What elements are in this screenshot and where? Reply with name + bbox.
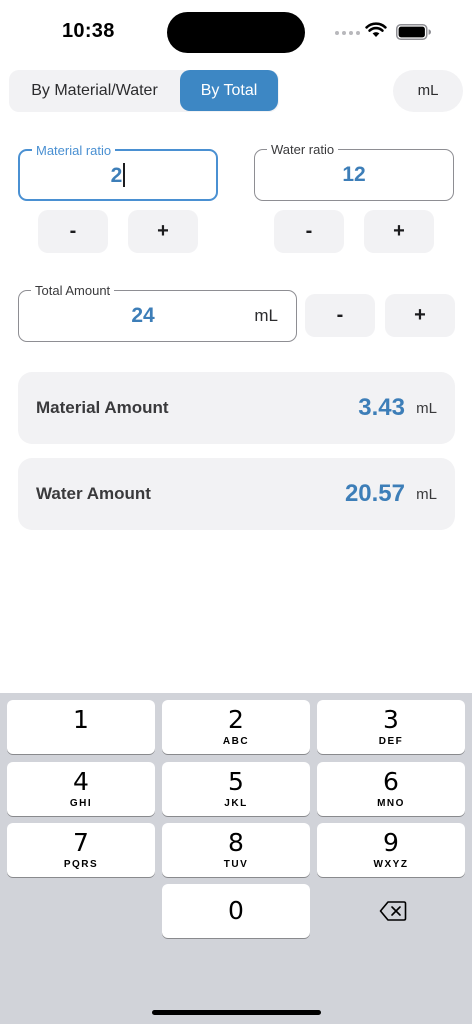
key-digit: 9 [383,828,399,857]
water-ratio-increment-button[interactable]: + [364,210,434,253]
delete-key[interactable] [317,884,465,938]
key-letters: MNO [377,798,405,809]
key-letters: PQRS [63,859,99,870]
wifi-icon [365,22,387,37]
material-amount-card: Material Amount 3.43 mL [18,372,455,444]
key-3[interactable]: 3 DEF [317,700,465,754]
key-0[interactable]: 0 [162,884,310,938]
key-digit: 5 [228,767,244,796]
battery-icon [396,24,431,40]
key-digit: 0 [228,896,244,925]
material-ratio-decrement-button[interactable]: - [38,210,108,253]
material-amount-value: 3.43 [358,394,405,421]
key-digit: 3 [383,705,399,734]
key-letters: ABC [222,736,250,747]
material-amount-unit: mL [416,400,437,417]
key-letters: TUV [223,859,249,870]
key-6[interactable]: 6 MNO [317,762,465,816]
key-letters: DEF [378,736,404,747]
cellular-signal-icon [335,31,360,35]
key-digit: 4 [73,767,89,796]
key-5[interactable]: 5 JKL [162,762,310,816]
material-amount-label: Material Amount [36,398,169,417]
water-ratio-value: 12 [342,163,366,186]
key-9[interactable]: 9 WXYZ [317,823,465,877]
water-ratio-field[interactable]: Water ratio 12 [254,142,454,201]
key-7[interactable]: 7 PQRS [7,823,155,877]
home-indicator [152,1010,321,1015]
delete-backspace-icon [379,901,407,921]
material-ratio-value: 2 [110,164,123,187]
mode-segmented-control: By Material/Water By Total [9,70,279,112]
total-amount-increment-button[interactable]: + [385,294,455,337]
unit-toggle-button[interactable]: mL [393,70,463,112]
water-amount-value: 20.57 [344,480,405,507]
total-amount-field[interactable]: Total Amount 24 mL [18,283,297,342]
by-total-tab[interactable]: By Total [180,70,278,111]
key-digit: 6 [383,767,399,796]
text-caret [123,162,126,187]
key-8[interactable]: 8 TUV [162,823,310,877]
total-amount-value: 24 [131,304,155,327]
water-amount-unit: mL [416,486,437,503]
key-digit: 7 [73,828,89,857]
key-1[interactable]: 1 [7,700,155,754]
key-4[interactable]: 4 GHI [7,762,155,816]
total-amount-unit: mL [254,306,278,325]
key-digit: 8 [228,828,244,857]
status-time: 10:38 [62,20,115,42]
key-digit: 1 [73,705,89,734]
water-amount-card: Water Amount 20.57 mL [18,458,455,530]
key-letters: GHI [69,798,93,809]
key-2[interactable]: 2 ABC [162,700,310,754]
by-material-water-tab[interactable]: By Material/Water [9,70,180,112]
total-amount-decrement-button[interactable]: - [305,294,375,337]
key-letters: JKL [224,798,248,809]
key-letters: WXYZ [373,859,409,870]
dynamic-island [167,12,305,53]
water-amount-label: Water Amount [36,484,151,503]
material-ratio-field[interactable]: Material ratio 2 [18,143,218,201]
key-digit: 2 [228,705,244,734]
material-ratio-increment-button[interactable]: + [128,210,198,253]
water-ratio-decrement-button[interactable]: - [274,210,344,253]
